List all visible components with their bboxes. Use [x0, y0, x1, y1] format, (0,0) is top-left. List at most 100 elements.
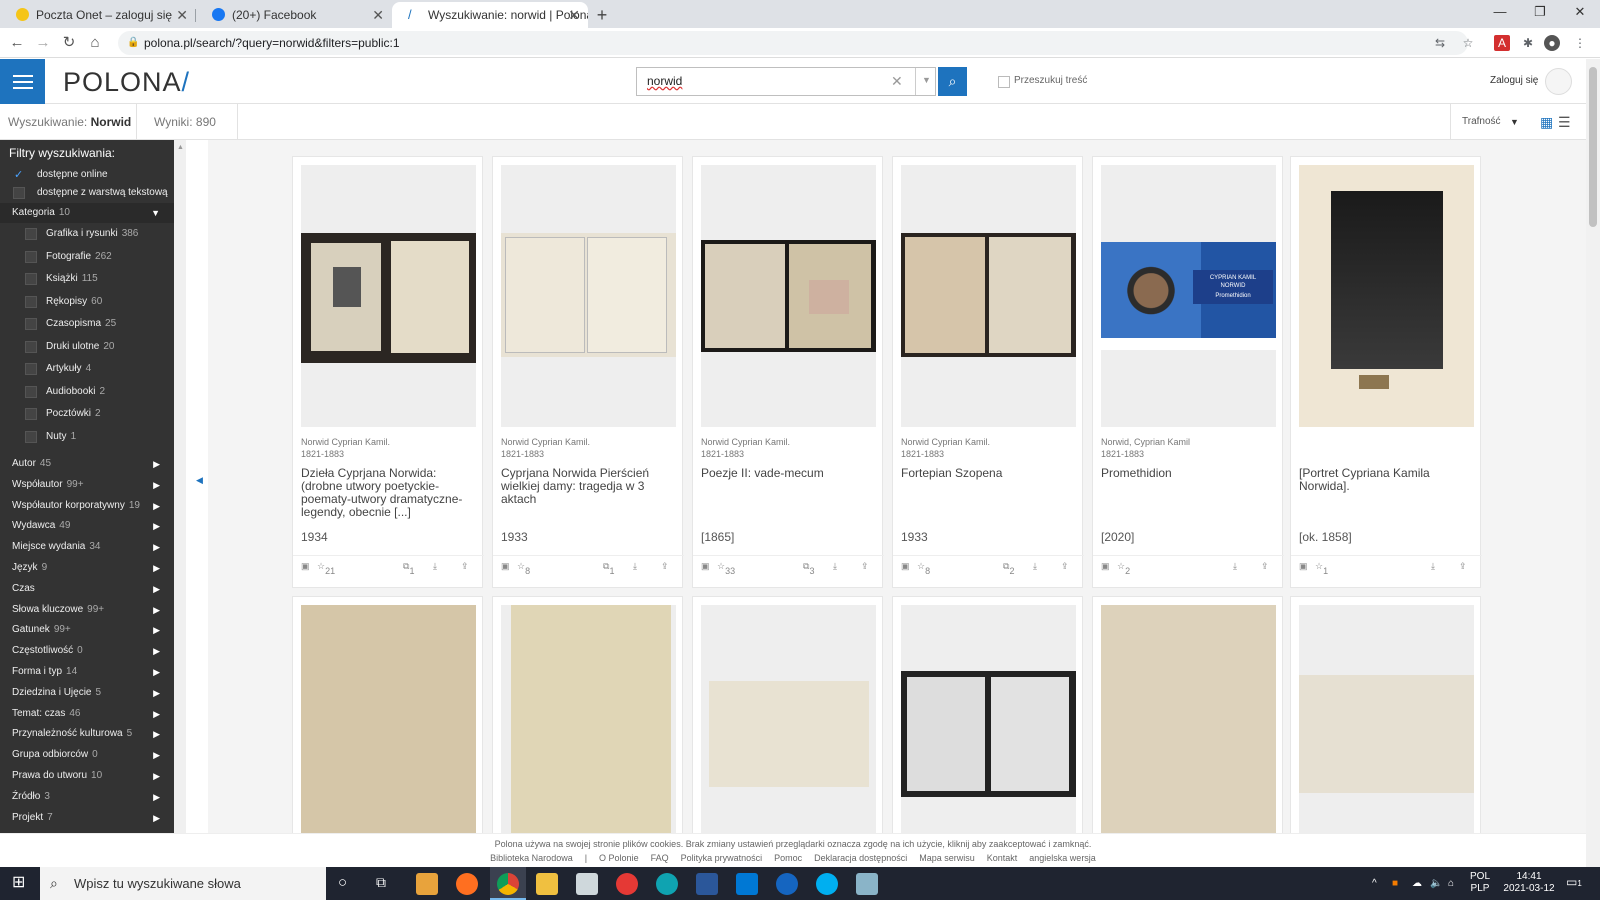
back-icon[interactable]: ←: [4, 30, 30, 56]
new-tab-button[interactable]: +: [588, 2, 616, 28]
category-filter-item[interactable]: Audiobooki 2: [0, 382, 174, 402]
windows-start-icon[interactable]: ⊞: [12, 875, 25, 891]
checkbox[interactable]: [25, 273, 37, 285]
result-thumbnail[interactable]: [501, 605, 676, 835]
chrome-taskbar-button[interactable]: [490, 867, 526, 900]
login-link[interactable]: Zaloguj się: [1490, 75, 1538, 86]
share-icon[interactable]: ⇪: [861, 561, 869, 572]
checked-checkbox[interactable]: ✓: [13, 169, 25, 181]
category-filter-item[interactable]: Artykuły 4: [0, 359, 174, 379]
result-card[interactable]: [892, 596, 1083, 836]
filter-group[interactable]: Forma i typ 14 ▶: [0, 662, 174, 682]
checkbox[interactable]: [25, 295, 37, 308]
filter-group[interactable]: Projekt 7 ▶: [0, 808, 174, 828]
download-icon[interactable]: ⤓: [833, 561, 837, 572]
category-filter-item[interactable]: Fotografie 262: [0, 247, 174, 267]
file-explorer-icon[interactable]: [536, 873, 558, 895]
result-card[interactable]: Norwid Cyprian Kamil. 1821-1883 Fortepian …: [892, 156, 1084, 588]
result-title[interactable]: Cyprjana Norwida Pierścień wielkiej damy…: [501, 467, 679, 519]
download-icon[interactable]: ⤓: [1033, 561, 1037, 572]
avatar[interactable]: [1545, 68, 1572, 95]
sidebar-scrollbar[interactable]: ▲: [174, 140, 186, 833]
checkbox[interactable]: [25, 340, 37, 353]
checkbox[interactable]: [13, 187, 25, 199]
translate-icon[interactable]: ⇆: [1432, 35, 1448, 51]
footer-link[interactable]: angielska wersja: [1029, 853, 1096, 863]
favorite-star-icon[interactable]: ☆ 33: [717, 561, 735, 576]
copies-icon[interactable]: ⧉ 1: [403, 561, 414, 576]
notifications-icon[interactable]: ▭1: [1566, 875, 1582, 889]
app2-icon[interactable]: [856, 873, 878, 895]
download-icon[interactable]: ⤓: [633, 561, 637, 572]
filter-group[interactable]: Temat: czas 46 ▶: [0, 704, 174, 724]
result-card[interactable]: [Portret Cypriana Kamila Norwida]. [ok. 1…: [1290, 156, 1482, 588]
category-filter-header[interactable]: Kategoria 10 ▼: [0, 203, 174, 223]
availability-filter[interactable]: dostępne z warstwą tekstową: [0, 183, 174, 203]
filter-group[interactable]: Współautor 99+ ▶: [0, 475, 174, 495]
result-card[interactable]: Norwid Cyprian Kamil. 1821-1883 Cyprjana N…: [492, 156, 684, 588]
clock[interactable]: 14:41 2021-03-12: [1500, 871, 1558, 895]
favorite-star-icon[interactable]: ☆ 8: [517, 561, 530, 576]
share-icon[interactable]: ⇪: [1061, 561, 1069, 572]
clear-search-icon[interactable]: ✕: [891, 68, 903, 95]
close-tab-icon[interactable]: ✕: [372, 2, 384, 28]
browser-tab-facebook[interactable]: (20+) Facebook ✕: [196, 2, 392, 28]
chevron-down-icon[interactable]: ▼: [1510, 104, 1519, 140]
result-card[interactable]: [692, 596, 883, 836]
footer-link[interactable]: Deklaracja dostępności: [814, 853, 907, 863]
profile-icon[interactable]: ●: [1544, 35, 1560, 51]
close-tab-icon[interactable]: ✕: [568, 2, 580, 28]
home-icon[interactable]: ⌂: [82, 30, 108, 56]
edge-icon[interactable]: [656, 873, 678, 895]
result-card[interactable]: Norwid Cyprian Kamil. 1821-1883 Dzieła Cyp…: [292, 156, 484, 588]
tray-chevron-icon[interactable]: ^: [1372, 867, 1377, 900]
extensions-icon[interactable]: ✱: [1520, 35, 1536, 51]
result-thumbnail[interactable]: [901, 605, 1076, 835]
result-card[interactable]: [1092, 596, 1283, 836]
search-input[interactable]: norwid ✕ ▼: [636, 67, 936, 96]
filter-group[interactable]: Grupa odbiorców 0 ▶: [0, 745, 174, 765]
search-button[interactable]: ⌕: [938, 67, 967, 96]
url-field[interactable]: 🔒 polona.pl/search/?query=norwid&filters…: [118, 31, 1468, 55]
pdf-extension-icon[interactable]: A: [1494, 35, 1510, 51]
result-thumbnail[interactable]: CYPRIAN KAMIL NORWID Promethidion: [1101, 165, 1276, 427]
result-thumbnail[interactable]: [301, 165, 476, 427]
network-icon[interactable]: ⌂: [1448, 867, 1454, 900]
footer-link[interactable]: Kontakt: [987, 853, 1018, 863]
footer-link[interactable]: FAQ: [651, 853, 669, 863]
checkbox[interactable]: [25, 408, 37, 420]
menu-dots-icon[interactable]: ⋮: [1572, 35, 1588, 51]
result-card[interactable]: [292, 596, 483, 836]
page-scrollbar[interactable]: [1586, 59, 1600, 867]
polona-logo[interactable]: POLONA/: [63, 67, 190, 98]
cookie-footer[interactable]: Polona używa na swojej stronie plików co…: [0, 833, 1586, 867]
filter-group[interactable]: Gatunek 99+ ▶: [0, 620, 174, 640]
result-title[interactable]: Fortepian Szopena: [901, 467, 1079, 519]
reload-icon[interactable]: ↻: [56, 30, 82, 56]
minimize-icon[interactable]: —: [1480, 0, 1520, 26]
category-filter-item[interactable]: Pocztówki 2: [0, 404, 174, 424]
cookie-notice[interactable]: Polona używa na swojej stronie plików co…: [0, 837, 1586, 851]
hamburger-menu-icon[interactable]: [0, 59, 45, 104]
share-icon[interactable]: ⇪: [461, 561, 469, 572]
result-title[interactable]: [Portret Cypriana Kamila Norwida].: [1299, 467, 1477, 519]
favorite-star-icon[interactable]: ☆ 1: [1315, 561, 1328, 576]
footer-link[interactable]: O Polonie: [599, 853, 639, 863]
scrollbar-thumb[interactable]: [1589, 67, 1597, 227]
result-card[interactable]: [492, 596, 683, 836]
favorite-star-icon[interactable]: ☆ 2: [1117, 561, 1130, 576]
filter-group[interactable]: Autor 45 ▶: [0, 454, 174, 474]
browser-tab-polona[interactable]: / Wyszukiwanie: norwid | Polona ✕: [392, 2, 588, 28]
result-title[interactable]: Promethidion: [1101, 467, 1279, 519]
taskbar-search-input[interactable]: ⌕ Wpisz tu wyszukiwane słowa: [40, 867, 326, 900]
filter-group[interactable]: Przynależność kulturowa 5 ▶: [0, 724, 174, 744]
share-icon[interactable]: ⇪: [1459, 561, 1467, 572]
download-icon[interactable]: ⤓: [1431, 561, 1435, 572]
favorite-star-icon[interactable]: ☆ 8: [917, 561, 930, 576]
list-view-icon[interactable]: ☰: [1558, 115, 1571, 129]
result-thumbnail[interactable]: [1101, 605, 1276, 835]
category-filter-item[interactable]: Grafika i rysunki 386: [0, 224, 174, 244]
search-content-checkbox[interactable]: [998, 76, 1010, 88]
copies-icon[interactable]: ⧉ 1: [603, 561, 614, 576]
checkbox[interactable]: [25, 430, 37, 443]
